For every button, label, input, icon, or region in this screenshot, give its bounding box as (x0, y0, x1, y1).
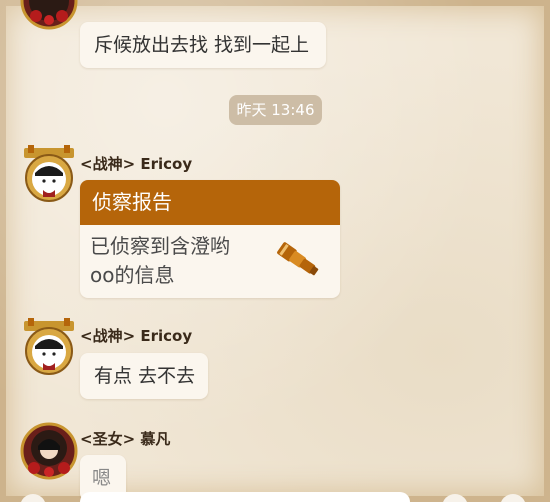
sender-name: <战神> Ericoy (80, 327, 193, 345)
sender-name: <圣女> 慕凡 (80, 430, 171, 448)
more-button[interactable] (500, 494, 526, 502)
avatar-top[interactable] (20, 0, 78, 30)
message-text: 斥候放出去找 找到一起上 (94, 34, 310, 56)
message-text: 有点 去不去 (94, 365, 196, 387)
message-bubble[interactable]: 斥候放出去找 找到一起上 (80, 22, 326, 68)
message-input[interactable] (80, 492, 410, 502)
avatar-ericoy[interactable] (20, 145, 78, 203)
chat-window: 斥候放出去找 找到一起上 昨天 13:46 <战神> Ericoy 侦察报告 已… (0, 0, 550, 502)
sender-name: <战神> Ericoy (80, 155, 193, 173)
voice-button[interactable] (20, 494, 46, 502)
scout-report-card[interactable]: 侦察报告 已侦察到含澄哟 oo的信息 (80, 180, 340, 298)
card-line-2: oo的信息 (90, 263, 175, 287)
card-body: 已侦察到含澄哟 oo的信息 (80, 225, 340, 298)
emoji-button[interactable] (442, 494, 468, 502)
card-title: 侦察报告 (80, 180, 340, 225)
message-bubble[interactable]: 有点 去不去 (80, 353, 208, 399)
telescope-icon (274, 237, 326, 293)
avatar-shengnu[interactable] (20, 422, 78, 480)
card-line-1: 已侦察到含澄哟 (90, 234, 230, 258)
avatar-ericoy[interactable] (20, 318, 78, 376)
timestamp-badge: 昨天 13:46 (229, 95, 322, 125)
